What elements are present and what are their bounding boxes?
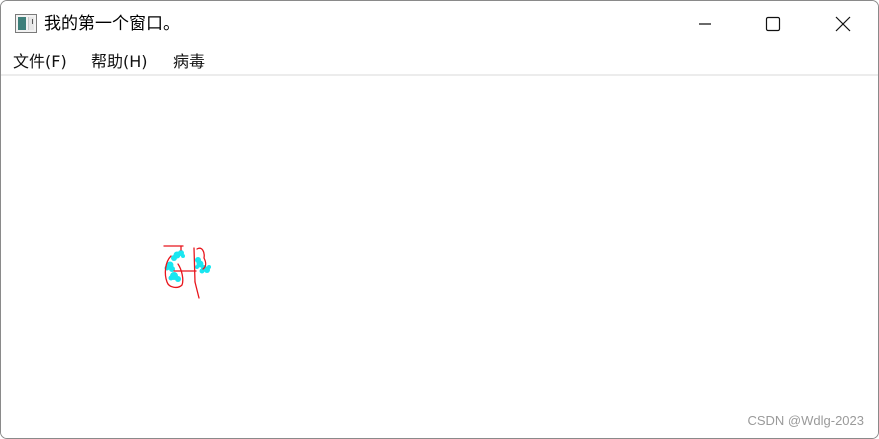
menu-item-virus[interactable]: 病毒: [171, 51, 207, 73]
freehand-drawing: [163, 245, 211, 299]
pen-strokes: [163, 245, 207, 299]
window-title: 我的第一个窗口。: [44, 14, 180, 34]
title-bar[interactable]: 我的第一个窗口。: [1, 1, 878, 47]
minimize-icon: [698, 17, 712, 31]
menu-bar: 文件(F) 帮助(H) 病毒: [1, 47, 878, 76]
menu-item-file[interactable]: 文件(F): [11, 51, 69, 73]
drawing-canvas[interactable]: [1, 78, 878, 438]
minimize-button[interactable]: [671, 1, 739, 47]
maximize-button[interactable]: [739, 1, 807, 47]
watermark-text: CSDN @Wdlg-2023: [747, 413, 864, 428]
window-app-icon[interactable]: [15, 14, 37, 33]
close-icon: [835, 16, 851, 32]
close-button[interactable]: [809, 1, 877, 47]
menu-item-help[interactable]: 帮助(H): [89, 51, 150, 73]
maximize-icon: [765, 16, 781, 32]
app-window: 我的第一个窗口。 文件(F) 帮助(H) 病毒 CSDN @Wdlg-2023: [0, 0, 879, 439]
